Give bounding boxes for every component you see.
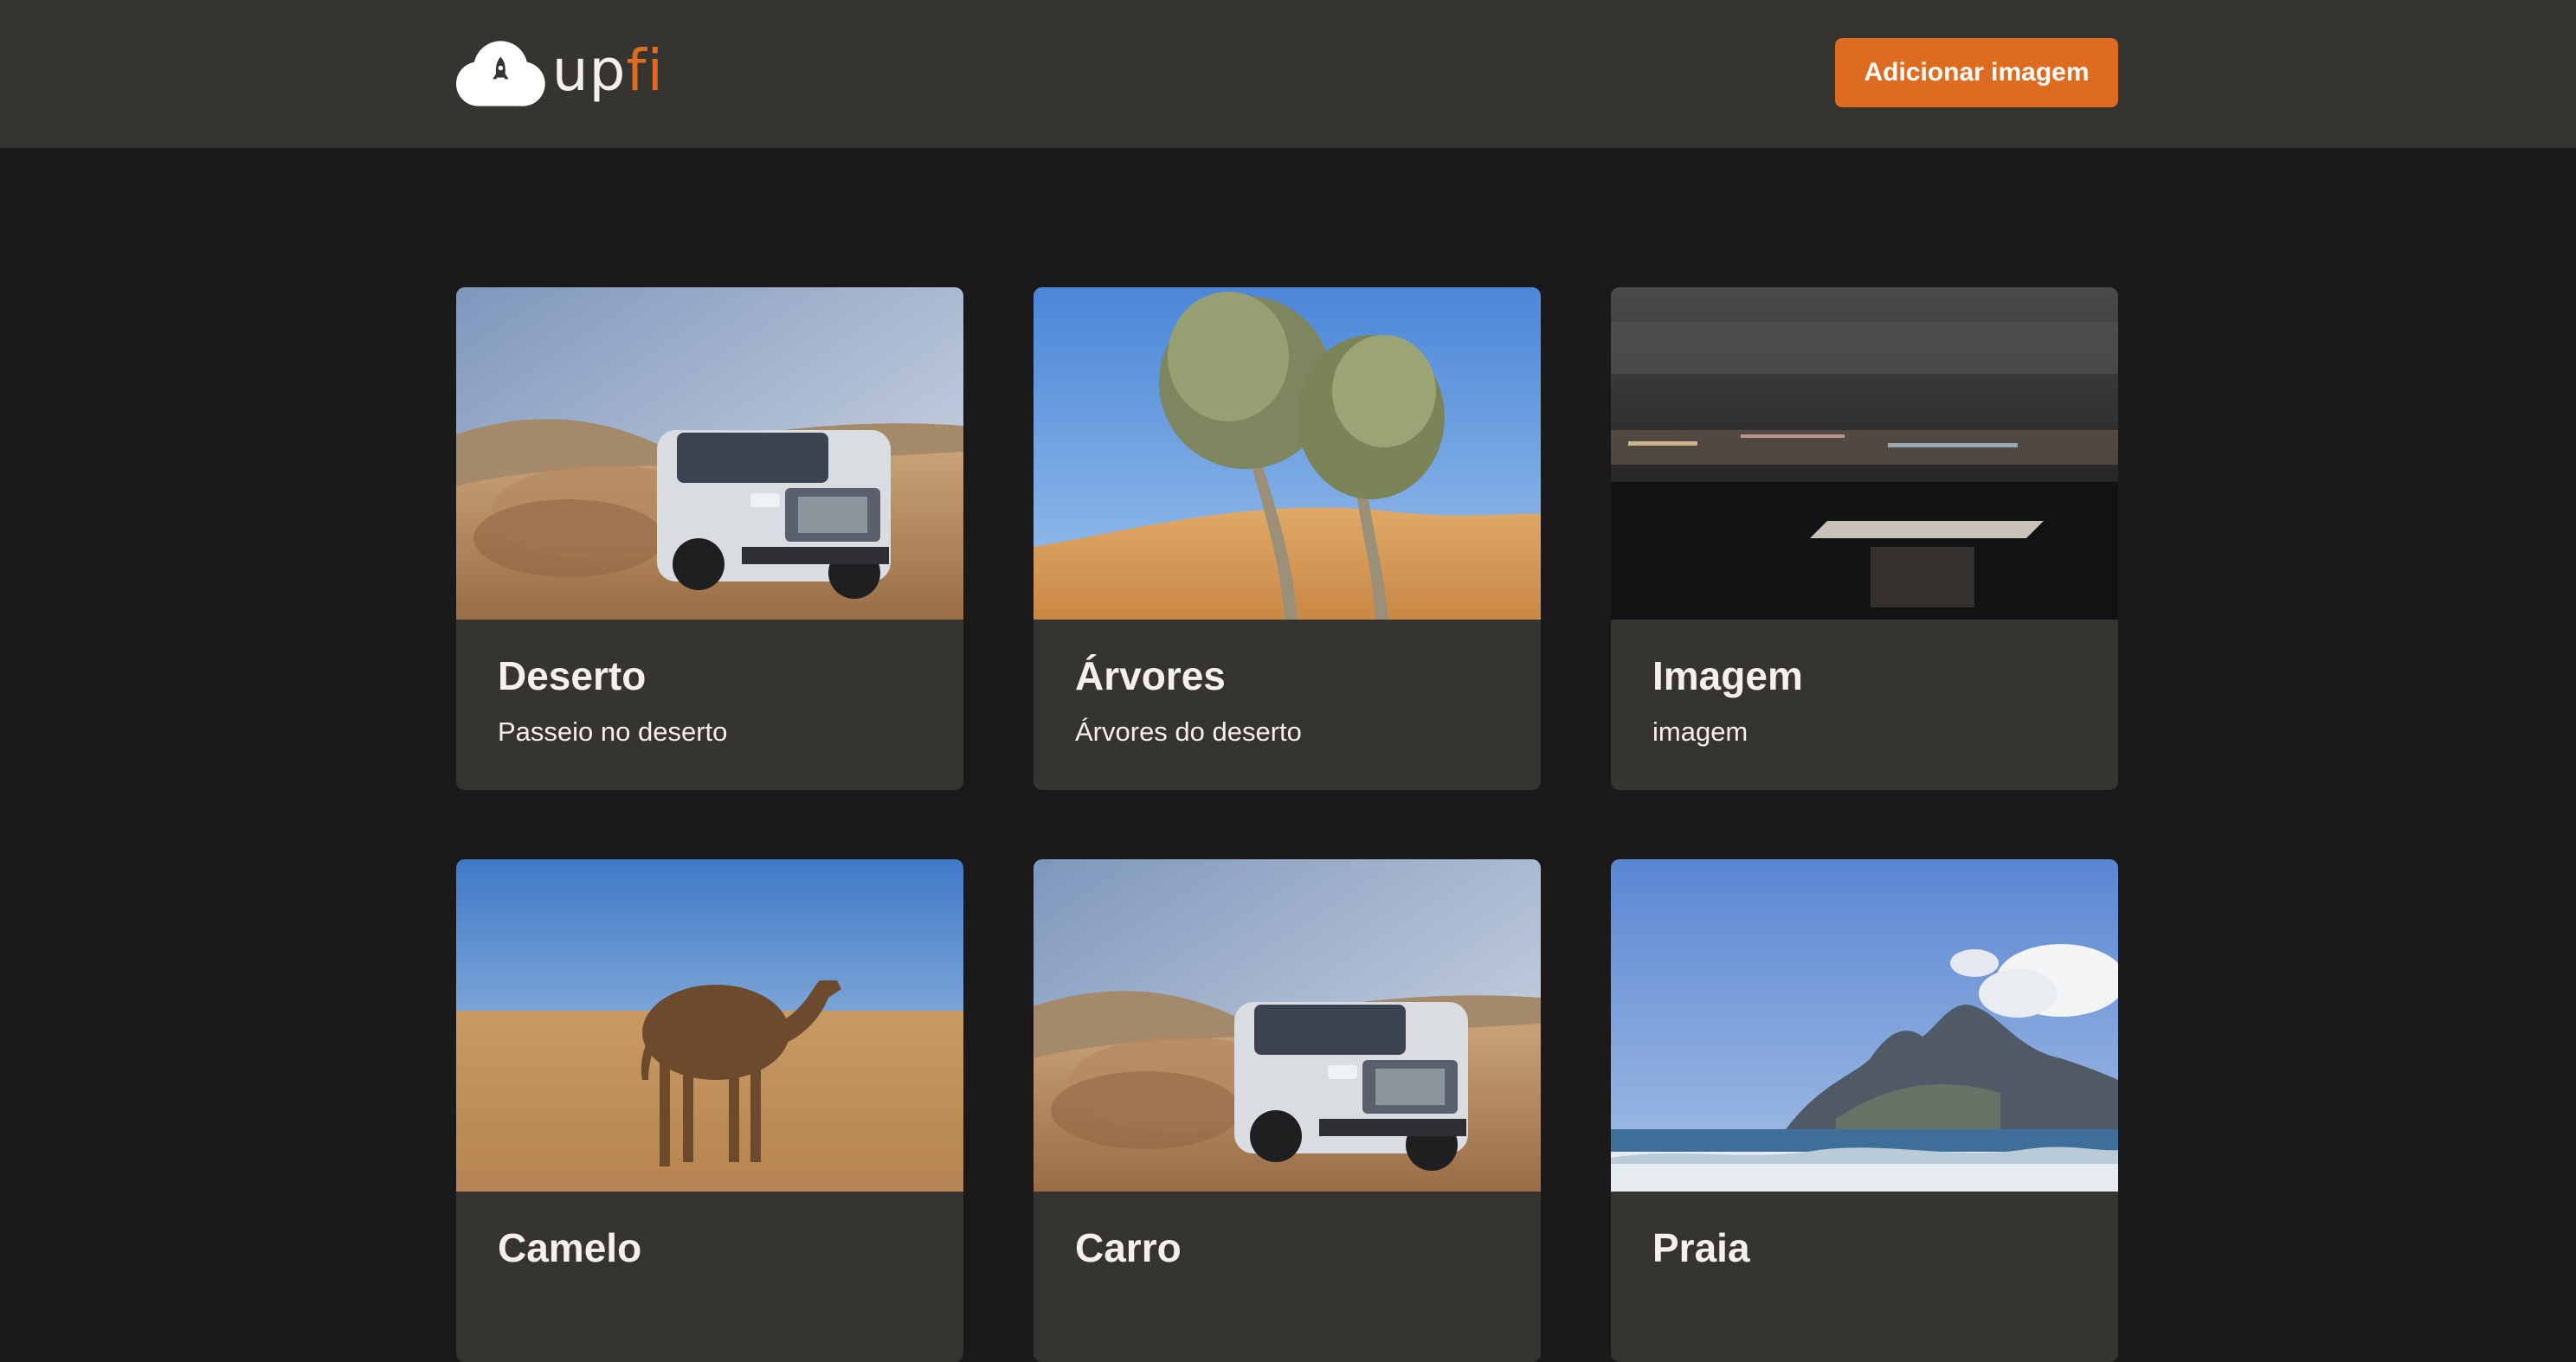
image-card[interactable]: Árvores Árvores do deserto [1034,287,1541,790]
image-card[interactable]: Deserto Passeio no deserto [456,287,963,790]
card-title: Deserto [498,653,647,698]
card-title: Imagem [1652,653,1803,698]
logo-text-fi: fi [626,37,664,104]
card-image [1034,859,1541,1192]
top-bar: upfi Adicionar imagem [0,0,2576,148]
cloud-rocket-icon [456,41,545,106]
card-title: Carro [1075,1225,1182,1270]
card-image [1611,287,2118,620]
logo-text-up: up [551,37,627,104]
image-card[interactable]: Carro [1034,859,1541,1362]
image-card[interactable]: Camelo [456,859,963,1362]
card-body: Árvores Árvores do deserto [1034,620,1541,748]
card-body: Deserto Passeio no deserto [456,620,963,748]
card-description: imagem [1652,716,1748,748]
card-body: Camelo [456,1192,963,1272]
card-image [1611,859,2118,1192]
card-title: Camelo [498,1225,642,1270]
image-card[interactable]: Imagem imagem [1611,287,2118,790]
card-title: Praia [1652,1225,1750,1270]
card-description: Árvores do deserto [1075,716,1302,748]
add-image-button[interactable]: Adicionar imagem [1835,38,2118,107]
card-body: Imagem imagem [1611,620,2118,748]
card-body: Carro [1034,1192,1541,1272]
card-body: Praia [1611,1192,2118,1272]
card-title: Árvores [1075,653,1226,698]
image-grid: Deserto Passeio no deserto Árvores Árvor… [456,287,2118,1362]
logo-wordmark: upfi [552,42,664,100]
image-card[interactable]: Praia [1611,859,2118,1362]
card-description: Passeio no deserto [498,716,728,748]
card-image [1034,287,1541,620]
upfi-logo[interactable]: upfi [456,36,664,111]
card-image [456,859,963,1192]
card-image [456,287,963,620]
